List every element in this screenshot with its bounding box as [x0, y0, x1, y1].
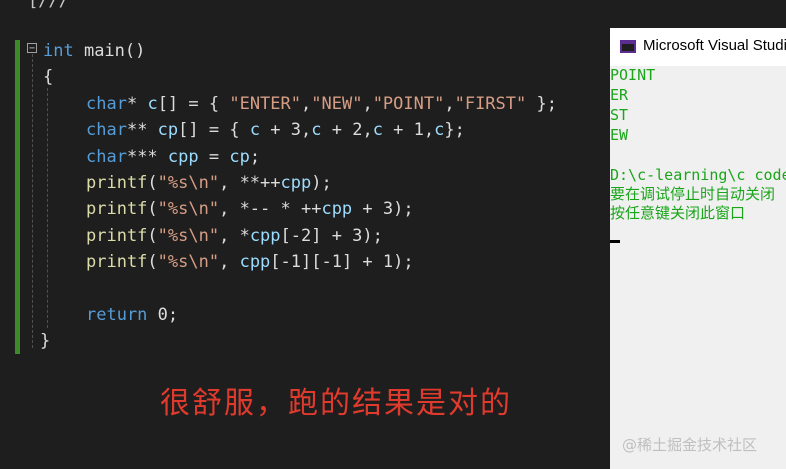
- code-line-4: printf("%s\n", **++cpp);: [86, 173, 332, 193]
- console-title-bar[interactable]: Microsoft Visual Studio: [610, 28, 786, 64]
- code-line-return: return 0;: [86, 305, 179, 325]
- console-line: EW: [610, 126, 629, 144]
- code-line-1: char* c[] = { "ENTER","NEW","POINT","FIR…: [86, 94, 557, 114]
- indent-guide: [47, 88, 48, 328]
- code-line-signature: int main(): [43, 41, 146, 61]
- caption-annotation: 很舒服，跑的结果是对的: [160, 386, 512, 421]
- console-line: ST: [610, 106, 629, 124]
- code-editor[interactable]: [/// − int main() { char* c[] = { "ENTER…: [0, 0, 610, 469]
- code-line-6: printf("%s\n", *cpp[-2] + 3);: [86, 226, 383, 246]
- code-line-7: printf("%s\n", cpp[-1][-1] + 1);: [86, 252, 414, 272]
- watermark: @稀土掘金技术社区: [622, 436, 758, 454]
- console-output[interactable]: POINT ER ST EW D:\c-learning\c code 要在调试…: [610, 66, 786, 469]
- console-line: 按任意键关闭此窗口: [610, 204, 746, 222]
- code-line-close-brace: }: [40, 331, 51, 351]
- indent-guide: [32, 54, 33, 348]
- change-marker: [15, 40, 20, 354]
- console-line: ER: [610, 86, 629, 104]
- console-window[interactable]: Microsoft Visual Studio POINT ER ST EW D…: [610, 28, 786, 469]
- code-line-3: char*** cpp = cp;: [86, 147, 261, 167]
- console-line: POINT: [610, 66, 656, 84]
- console-app-icon: [620, 40, 636, 53]
- console-line: 要在调试停止时自动关闭: [610, 185, 776, 203]
- collapse-icon[interactable]: −: [27, 43, 37, 54]
- code-line-2: char** cp[] = { c + 3,c + 2,c + 1,c};: [86, 120, 465, 140]
- code-line-open-brace: {: [43, 67, 54, 87]
- code-line-5: printf("%s\n", *-- * ++cpp + 3);: [86, 199, 414, 219]
- top-fragment: [///: [28, 0, 69, 11]
- console-title: Microsoft Visual Studio: [643, 37, 786, 54]
- console-line: D:\c-learning\c code: [610, 166, 786, 184]
- console-cursor: [610, 240, 620, 243]
